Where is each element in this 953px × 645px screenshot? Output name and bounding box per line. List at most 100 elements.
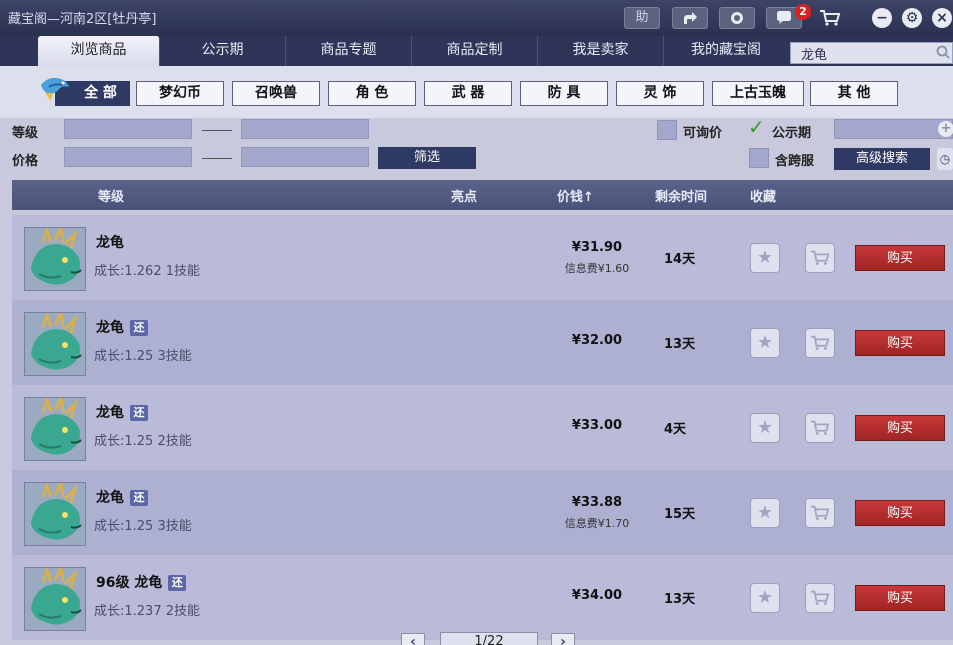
buy-button[interactable]: 购买 bbox=[855, 585, 945, 611]
price-label: 价格 bbox=[12, 154, 39, 169]
pet-name[interactable]: 龙龟还 bbox=[96, 317, 148, 337]
search-input[interactable] bbox=[790, 42, 953, 64]
star-icon[interactable]: ★ bbox=[750, 583, 780, 613]
dragon-turtle-icon[interactable] bbox=[24, 482, 86, 546]
table-header bbox=[12, 180, 953, 210]
pet-name[interactable]: 龙龟还 bbox=[96, 402, 148, 422]
public-input[interactable] bbox=[834, 119, 953, 139]
level-max-input[interactable] bbox=[241, 119, 369, 139]
tab-my-treasure[interactable]: 我的藏宝阁 bbox=[664, 36, 788, 66]
window-title: 藏宝阁—河南2区[牡丹亭] bbox=[8, 12, 157, 27]
remaining-time: 4天 bbox=[664, 422, 687, 437]
tab-seller[interactable]: 我是卖家 bbox=[538, 36, 664, 66]
dragon-turtle-icon[interactable] bbox=[24, 397, 86, 461]
advanced-search-button[interactable]: 高级搜索 bbox=[834, 148, 930, 170]
star-icon[interactable]: ★ bbox=[750, 413, 780, 443]
tab-topics[interactable]: 商品专题 bbox=[286, 36, 412, 66]
next-page-icon[interactable]: › bbox=[551, 633, 575, 645]
inquiry-label: 可询价 bbox=[683, 126, 723, 141]
category-summon[interactable]: 召唤兽 bbox=[232, 81, 320, 106]
level-min-input[interactable] bbox=[64, 119, 192, 139]
price: ¥33.88 bbox=[571, 495, 623, 510]
info-fee: 信息费¥1.60 bbox=[564, 262, 630, 275]
pet-name-text: 96级 龙龟 bbox=[96, 575, 163, 591]
category-armor[interactable]: 防 具 bbox=[520, 81, 608, 106]
price: ¥31.90 bbox=[571, 240, 623, 255]
pet-detail: 成长:1.25 3技能 bbox=[94, 349, 192, 364]
price-dash bbox=[202, 158, 232, 159]
filter-button[interactable]: 筛选 bbox=[378, 147, 476, 169]
pet-detail: 成长:1.25 2技能 bbox=[94, 434, 192, 449]
star-icon[interactable]: ★ bbox=[750, 498, 780, 528]
pet-name[interactable]: 龙龟还 bbox=[96, 487, 148, 507]
dragon-turtle-icon[interactable] bbox=[24, 312, 86, 376]
clock-icon[interactable]: ◷ bbox=[937, 148, 953, 170]
bird-icon bbox=[37, 71, 73, 105]
star-icon[interactable]: ★ bbox=[750, 243, 780, 273]
info-fee: 信息费¥1.70 bbox=[564, 517, 630, 530]
pet-name[interactable]: 龙龟 bbox=[96, 232, 124, 252]
remaining-time: 13天 bbox=[664, 592, 696, 607]
check-icon: ✓ bbox=[748, 115, 765, 139]
inquiry-checkbox[interactable] bbox=[657, 120, 677, 140]
pet-name[interactable]: 96级 龙龟还 bbox=[96, 572, 187, 592]
return-tag: 还 bbox=[168, 575, 187, 591]
buy-button[interactable]: 购买 bbox=[855, 245, 945, 271]
header-level[interactable]: 等级 bbox=[98, 186, 124, 205]
return-tag: 还 bbox=[130, 490, 148, 506]
settings-icon[interactable]: ⚙ bbox=[902, 8, 922, 28]
minimize-icon[interactable]: − bbox=[872, 8, 892, 28]
cart-icon[interactable] bbox=[805, 243, 835, 273]
header-favorite[interactable]: 收藏 bbox=[750, 186, 776, 205]
pet-name-text: 龙龟 bbox=[96, 320, 124, 336]
remaining-time: 15天 bbox=[664, 507, 696, 522]
cross-server-label: 含跨服 bbox=[775, 154, 815, 169]
remaining-time: 14天 bbox=[664, 252, 696, 267]
price-max-input[interactable] bbox=[241, 147, 369, 167]
remaining-time: 13天 bbox=[664, 337, 696, 352]
star-icon[interactable]: ★ bbox=[750, 328, 780, 358]
pet-detail: 成长:1.262 1技能 bbox=[94, 264, 200, 279]
category-role[interactable]: 角 色 bbox=[328, 81, 416, 106]
share-icon[interactable] bbox=[672, 7, 708, 29]
page-indicator: 1/22 bbox=[440, 632, 538, 645]
level-dash bbox=[202, 130, 232, 131]
pet-detail: 成长:1.25 3技能 bbox=[94, 519, 192, 534]
public-label: 公示期 bbox=[772, 126, 812, 141]
pet-name-text: 龙龟 bbox=[96, 235, 124, 251]
buy-button[interactable]: 购买 bbox=[855, 330, 945, 356]
category-other[interactable]: 其 他 bbox=[810, 81, 898, 106]
cart-icon[interactable] bbox=[805, 583, 835, 613]
header-price[interactable]: 价钱↑ bbox=[557, 186, 594, 205]
tab-custom[interactable]: 商品定制 bbox=[412, 36, 538, 66]
title-bar: 藏宝阁—河南2区[牡丹亭] bbox=[0, 0, 953, 36]
dragon-turtle-icon[interactable] bbox=[24, 567, 86, 631]
header-highlight[interactable]: 亮点 bbox=[451, 186, 477, 205]
buy-button[interactable]: 购买 bbox=[855, 500, 945, 526]
cross-server-checkbox[interactable] bbox=[749, 148, 769, 168]
category-weapon[interactable]: 武 器 bbox=[424, 81, 512, 106]
category-jade[interactable]: 上古玉魄 bbox=[712, 81, 804, 106]
tab-public-period[interactable]: 公示期 bbox=[160, 36, 286, 66]
return-tag: 还 bbox=[130, 405, 148, 421]
close-icon[interactable]: × bbox=[932, 8, 952, 28]
cart-icon[interactable] bbox=[812, 7, 848, 29]
record-icon[interactable] bbox=[719, 7, 755, 29]
cart-icon[interactable] bbox=[805, 413, 835, 443]
header-remain[interactable]: 剩余时间 bbox=[655, 186, 707, 205]
add-icon[interactable]: + bbox=[938, 121, 953, 137]
category-accessory[interactable]: 灵 饰 bbox=[616, 81, 704, 106]
cart-icon[interactable] bbox=[805, 498, 835, 528]
buy-button[interactable]: 购买 bbox=[855, 415, 945, 441]
price: ¥33.00 bbox=[571, 418, 623, 433]
category-coin[interactable]: 梦幻币 bbox=[136, 81, 224, 106]
prev-page-icon[interactable]: ‹ bbox=[401, 633, 425, 645]
cart-icon[interactable] bbox=[805, 328, 835, 358]
help-button[interactable]: 助 bbox=[624, 7, 660, 29]
pet-name-text: 龙龟 bbox=[96, 405, 124, 421]
price: ¥34.00 bbox=[571, 588, 623, 603]
search-icon[interactable] bbox=[936, 45, 950, 63]
price-min-input[interactable] bbox=[64, 147, 192, 167]
dragon-turtle-icon[interactable] bbox=[24, 227, 86, 291]
tab-browse[interactable]: 浏览商品 bbox=[38, 36, 160, 66]
